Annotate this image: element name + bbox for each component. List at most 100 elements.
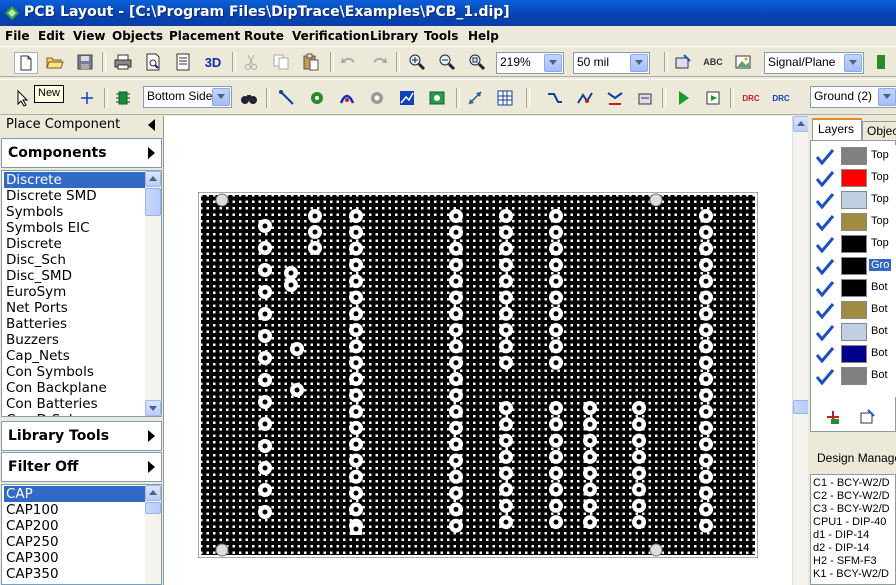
- view-3d-button[interactable]: 3D: [202, 52, 224, 72]
- chevron-down-icon[interactable]: [878, 88, 896, 106]
- run-autorouter-button[interactable]: [672, 88, 694, 108]
- design-item[interactable]: C1 - BCY-W2/D: [813, 477, 890, 490]
- dimension-button[interactable]: [464, 88, 486, 108]
- table-button[interactable]: [494, 88, 516, 108]
- library-item[interactable]: Con Backplane: [4, 380, 146, 396]
- chevron-down-icon[interactable]: [212, 88, 230, 106]
- add-layer-button[interactable]: [825, 409, 841, 425]
- filter-header[interactable]: Filter Off: [1, 452, 162, 482]
- design-item[interactable]: CPU1 - DIP-40: [813, 516, 886, 529]
- checkmark-icon[interactable]: [814, 280, 836, 298]
- scroll-thumb[interactable]: [793, 400, 809, 414]
- design-item[interactable]: K1 - BCY-W2/D: [813, 568, 889, 581]
- new-button[interactable]: [14, 52, 38, 74]
- layer-properties-button[interactable]: [859, 409, 875, 425]
- part-list[interactable]: CAP400CAP350CAP300CAP250CAP200CAP100CAP: [1, 484, 162, 585]
- part-item[interactable]: CAP100: [4, 502, 146, 518]
- route-cut-button[interactable]: [604, 88, 626, 108]
- drc-settings-button[interactable]: DRC: [770, 88, 792, 108]
- layer-type-select[interactable]: Signal/Plane: [764, 52, 864, 74]
- tab-layers[interactable]: Layers: [812, 118, 862, 140]
- design-item[interactable]: C2 - BCY-W2/D: [813, 490, 890, 503]
- part-item[interactable]: CAP350: [4, 566, 146, 582]
- library-item[interactable]: Discrete: [4, 236, 146, 252]
- undo-button[interactable]: [338, 52, 360, 72]
- library-item[interactable]: Cap_Nets: [4, 348, 146, 364]
- library-item[interactable]: Symbols EIC: [4, 220, 146, 236]
- layer-color-swatch[interactable]: [841, 257, 867, 275]
- part-scrollbar[interactable]: [145, 485, 161, 584]
- layer-color-swatch[interactable]: [841, 169, 867, 187]
- library-tools-header[interactable]: Library Tools: [1, 421, 162, 451]
- checkmark-icon[interactable]: [814, 346, 836, 364]
- library-list[interactable]: Con D-SubCon BatteriesCon BackplaneCon S…: [1, 170, 162, 417]
- library-item[interactable]: Symbols: [4, 204, 146, 220]
- tab-objects[interactable]: Objects: [862, 121, 896, 140]
- layer-color-swatch[interactable]: [841, 301, 867, 319]
- library-item[interactable]: Disc_SMD: [4, 268, 146, 284]
- zoom-in-button[interactable]: [406, 52, 428, 72]
- library-item[interactable]: Net Ports: [4, 300, 146, 316]
- menu-route[interactable]: Route: [244, 29, 284, 43]
- scroll-up-icon[interactable]: [793, 116, 809, 132]
- layer-color-swatch[interactable]: [841, 147, 867, 165]
- chevron-down-icon[interactable]: [630, 54, 648, 72]
- menu-placement[interactable]: Placement: [169, 29, 240, 43]
- zoom-fit-button[interactable]: [466, 52, 488, 72]
- checkmark-icon[interactable]: [814, 258, 836, 276]
- route-edit-button[interactable]: [574, 88, 596, 108]
- layer-row[interactable]: Gro: [811, 255, 892, 277]
- checkmark-icon[interactable]: [814, 302, 836, 320]
- scroll-thumb[interactable]: [145, 188, 161, 216]
- library-item[interactable]: EuroSym: [4, 284, 146, 300]
- checkmark-icon[interactable]: [814, 148, 836, 166]
- layer-color-swatch[interactable]: [841, 279, 867, 297]
- components-header[interactable]: Components: [1, 138, 162, 168]
- image-button[interactable]: [732, 52, 754, 72]
- design-item[interactable]: d2 - DIP-14: [813, 542, 869, 555]
- place-pad-button[interactable]: [366, 88, 388, 108]
- checkmark-icon[interactable]: [814, 324, 836, 342]
- design-item[interactable]: C3 - BCY-W2/D: [813, 503, 890, 516]
- place-via-button[interactable]: [306, 88, 328, 108]
- part-item[interactable]: CAP300: [4, 550, 146, 566]
- paste-button[interactable]: [300, 52, 322, 72]
- part-item[interactable]: CAP200: [4, 518, 146, 534]
- pcb-board[interactable]: [198, 192, 758, 558]
- menu-help[interactable]: Help: [468, 29, 499, 43]
- library-item[interactable]: Con Batteries: [4, 396, 146, 412]
- checkmark-icon[interactable]: [814, 236, 836, 254]
- route-manual-button[interactable]: [544, 88, 566, 108]
- place-trace-button[interactable]: [276, 88, 298, 108]
- print-button[interactable]: [112, 52, 134, 72]
- add-point-button[interactable]: [76, 88, 98, 108]
- layer-row[interactable]: Bot: [811, 299, 889, 321]
- library-item[interactable]: Buzzers: [4, 332, 146, 348]
- place-component-button[interactable]: [112, 88, 134, 108]
- menu-tools[interactable]: Tools: [424, 29, 458, 43]
- board-outline-button[interactable]: [426, 88, 448, 108]
- place-arc-button[interactable]: [336, 88, 358, 108]
- scroll-thumb[interactable]: [145, 502, 161, 514]
- menu-file[interactable]: File: [5, 29, 30, 43]
- chevron-down-icon[interactable]: [544, 54, 562, 72]
- layer-row[interactable]: Top: [811, 167, 889, 189]
- layer-color-swatch[interactable]: [841, 367, 867, 385]
- route-properties-button[interactable]: [634, 88, 656, 108]
- layer-color-swatch[interactable]: [841, 235, 867, 253]
- library-item[interactable]: Discrete: [4, 172, 146, 188]
- library-scrollbar[interactable]: [145, 171, 161, 416]
- checkmark-icon[interactable]: [814, 192, 836, 210]
- layer-list[interactable]: Top Top Top Top Top Gro Bot Bot Bot Bot Bot: [811, 145, 896, 397]
- current-layer-select[interactable]: Ground (2): [810, 86, 896, 108]
- zoom-out-button[interactable]: [436, 52, 458, 72]
- pcb-canvas[interactable]: [163, 116, 792, 585]
- chevron-down-icon[interactable]: [844, 54, 862, 72]
- report-button[interactable]: [172, 52, 194, 72]
- layer-color-swatch[interactable]: [841, 323, 867, 341]
- text-markings-button[interactable]: ABC: [702, 52, 724, 72]
- scroll-up-icon[interactable]: [145, 485, 161, 501]
- print-preview-button[interactable]: [142, 52, 164, 72]
- drc-button[interactable]: DRC: [740, 88, 762, 108]
- library-item[interactable]: Batteries: [4, 316, 146, 332]
